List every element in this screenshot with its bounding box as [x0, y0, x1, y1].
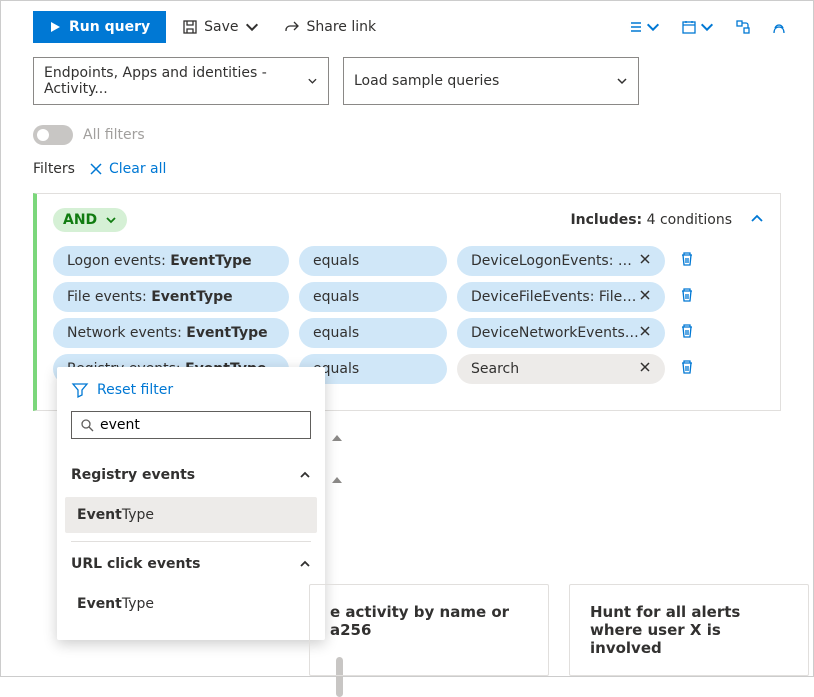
selectors-row: Endpoints, Apps and identities - Activit… [1, 53, 813, 119]
edit-button[interactable] [765, 13, 793, 41]
save-label: Save [204, 19, 238, 35]
toolbar: Run query Save Share link [1, 1, 813, 53]
sample-queries-selector[interactable]: Load sample queries [343, 57, 639, 105]
all-filters-label: All filters [83, 127, 145, 143]
condition-field-pill[interactable]: Logon events: EventType [53, 246, 289, 276]
query-card[interactable]: Hunt for all alerts where user X is invo… [569, 584, 809, 676]
share-link-button[interactable]: Share link [276, 13, 384, 41]
delete-condition-button[interactable] [675, 355, 699, 383]
chevron-down-icon [616, 75, 628, 87]
collapse-button[interactable] [750, 211, 764, 230]
includes-summary: Includes: 4 conditions [570, 212, 732, 228]
condition-row: File events: EventType equals DeviceFileEv… [53, 282, 764, 312]
condition-operator-pill[interactable]: equals [299, 246, 447, 276]
clear-all-label: Clear all [109, 161, 166, 177]
query-cards: e activity by name or a256 Hunt for all … [33, 584, 793, 676]
chevron-down-icon [645, 19, 661, 35]
condition-value-pill[interactable]: Search [457, 354, 665, 384]
chevron-up-icon [750, 212, 764, 226]
list-icon [627, 19, 643, 35]
chevron-down-icon [307, 75, 318, 87]
panel-header: AND Includes: 4 conditions [53, 208, 764, 232]
scope-label: Endpoints, Apps and identities - Activit… [44, 65, 307, 97]
filters-label: Filters [33, 161, 75, 177]
dropdown-section-header[interactable]: Registry events [71, 453, 311, 497]
operator-pill[interactable]: AND [53, 208, 127, 232]
calendar-button[interactable] [675, 13, 721, 41]
conditions-list: Logon events: EventType equals DeviceLogon… [53, 246, 764, 384]
share-label: Share link [306, 19, 376, 35]
chevron-up-icon [299, 469, 311, 481]
condition-row: Network events: EventType equals DeviceNet… [53, 318, 764, 348]
query-card[interactable]: e activity by name or a256 [309, 584, 549, 676]
schema-button[interactable] [729, 13, 757, 41]
play-icon [49, 21, 61, 33]
edit-icon [771, 19, 787, 35]
operator-label: AND [63, 212, 97, 228]
trash-icon [679, 359, 695, 375]
delete-condition-button[interactable] [675, 247, 699, 275]
scroll-up-arrow[interactable] [331, 471, 343, 490]
reset-filter-label: Reset filter [97, 382, 173, 398]
clear-value-icon[interactable] [639, 289, 651, 305]
run-query-button[interactable]: Run query [33, 11, 166, 43]
trash-icon [679, 287, 695, 303]
clear-value-icon[interactable] [639, 361, 651, 377]
condition-operator-pill[interactable]: equals [299, 282, 447, 312]
all-filters-toggle[interactable] [33, 125, 73, 145]
condition-value-pill[interactable]: DeviceNetworkEvents: Co... [457, 318, 665, 348]
schema-icon [735, 19, 751, 35]
chevron-up-icon [299, 558, 311, 570]
chevron-down-icon [105, 214, 117, 226]
condition-operator-pill[interactable]: equals [299, 318, 447, 348]
condition-value-pill[interactable]: DeviceFileEvents: FileModi... [457, 282, 665, 312]
reset-filter-button[interactable]: Reset filter [57, 379, 325, 411]
condition-row: Logon events: EventType equals DeviceLogon… [53, 246, 764, 276]
sample-label: Load sample queries [354, 73, 499, 89]
clear-all-button[interactable]: Clear all [89, 161, 166, 177]
condition-field-pill[interactable]: File events: EventType [53, 282, 289, 312]
condition-field-pill[interactable]: Network events: EventType [53, 318, 289, 348]
filter-reset-icon [71, 381, 89, 399]
trash-icon [679, 251, 695, 267]
chevron-down-icon [244, 19, 260, 35]
dropdown-section-header[interactable]: URL click events [71, 542, 311, 586]
close-icon [89, 162, 103, 176]
condition-value-pill[interactable]: DeviceLogonEvents: L... , +1 [457, 246, 665, 276]
dropdown-search[interactable] [71, 411, 311, 439]
scope-selector[interactable]: Endpoints, Apps and identities - Activit… [33, 57, 329, 105]
search-icon [80, 418, 94, 432]
save-icon [182, 19, 198, 35]
list-view-button[interactable] [621, 13, 667, 41]
delete-condition-button[interactable] [675, 319, 699, 347]
trash-icon [679, 323, 695, 339]
delete-condition-button[interactable] [675, 283, 699, 311]
calendar-icon [681, 19, 697, 35]
scroll-up-arrow[interactable] [331, 429, 343, 448]
dropdown-search-input[interactable] [100, 417, 302, 433]
share-icon [284, 19, 300, 35]
run-query-label: Run query [69, 19, 150, 35]
clear-value-icon[interactable] [639, 253, 651, 269]
dropdown-item[interactable]: EventType [65, 497, 317, 533]
chevron-down-icon [699, 19, 715, 35]
filters-header: Filters Clear all [1, 159, 813, 193]
clear-value-icon[interactable] [639, 325, 651, 341]
save-button[interactable]: Save [174, 13, 268, 41]
all-filters-row: All filters [1, 119, 813, 159]
